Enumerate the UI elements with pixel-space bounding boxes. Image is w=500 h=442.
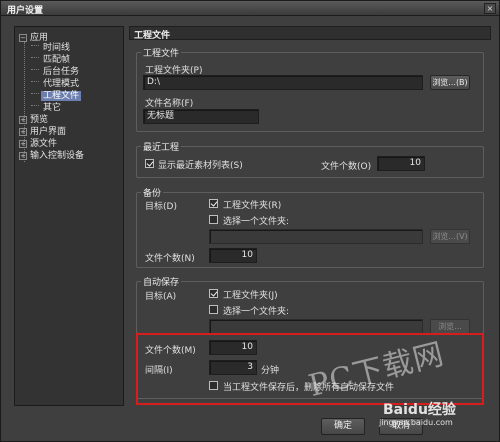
collapse-toggle-icon[interactable]: − xyxy=(19,34,27,42)
user-settings-dialog: 用户设置 × − 应用 时间线 匹配帧 后台任务 代理模式 工程文件 其它 + 预览… xyxy=(0,0,500,442)
file-name-field[interactable]: 无标题 xyxy=(143,109,259,124)
project-file-legend: 工程文件 xyxy=(141,46,182,59)
delete-autosave-checkbox[interactable] xyxy=(209,381,218,390)
tree-connector xyxy=(31,45,39,46)
autosave-count-label: 文件个数(M) xyxy=(145,346,196,356)
autosave-choose-folder-label: 选择一个文件夹: xyxy=(223,307,290,317)
show-recent-checkbox[interactable] xyxy=(145,159,154,168)
autosave-count-field[interactable]: 10 xyxy=(209,340,257,355)
title-bar: 用户设置 × xyxy=(1,1,499,16)
expand-toggle-icon[interactable]: + xyxy=(19,152,27,160)
tree-connector xyxy=(31,81,39,82)
window-title: 用户设置 xyxy=(7,6,44,16)
expand-toggle-icon[interactable]: + xyxy=(19,116,27,124)
backup-project-folder-checkbox[interactable] xyxy=(209,199,218,208)
autosave-project-folder-label: 工程文件夹(J) xyxy=(223,291,278,301)
autosave-project-folder-checkbox[interactable] xyxy=(209,289,218,298)
autosave-interval-label: 间隔(I) xyxy=(145,366,173,376)
autosave-interval-unit: 分钟 xyxy=(261,366,280,376)
watermark-logo: Baidu经验 xyxy=(383,402,456,418)
tree-connector xyxy=(31,69,39,70)
browse-folder-button[interactable]: 浏览...(B) xyxy=(430,75,470,90)
tree-connector xyxy=(31,105,39,106)
settings-tree: − 应用 时间线 匹配帧 后台任务 代理模式 工程文件 其它 + 预览 + 用户界面 … xyxy=(14,26,124,406)
autosave-legend: 自动保存 xyxy=(141,275,182,288)
backup-choose-folder-checkbox[interactable] xyxy=(209,215,218,224)
recent-count-field[interactable]: 10 xyxy=(377,156,425,171)
backup-target-label: 目标(D) xyxy=(145,202,177,212)
watermark-url: jingyan.baidu.com xyxy=(379,418,453,427)
expand-toggle-icon[interactable]: + xyxy=(19,140,27,148)
autosave-interval-field[interactable]: 3 xyxy=(209,360,257,375)
tree-item-label: 输入控制设备 xyxy=(30,151,85,161)
autosave-folder-field[interactable] xyxy=(209,319,423,334)
expand-toggle-icon[interactable]: + xyxy=(19,128,27,136)
ok-button[interactable]: 确定 xyxy=(321,418,365,435)
backup-count-label: 文件个数(N) xyxy=(145,254,195,264)
backup-project-folder-label: 工程文件夹(R) xyxy=(223,201,282,211)
backup-choose-folder-label: 选择一个文件夹: xyxy=(223,217,290,227)
recent-projects-legend: 最近工程 xyxy=(141,140,182,153)
panel-header: 工程文件 xyxy=(129,26,491,41)
close-button[interactable]: × xyxy=(484,3,496,14)
tree-item-input-devices[interactable]: + 输入控制设备 xyxy=(19,148,84,161)
backup-browse-button[interactable]: 浏览...(V) xyxy=(430,229,470,244)
autosave-choose-folder-checkbox[interactable] xyxy=(209,305,218,314)
recent-count-label: 文件个数(O) xyxy=(321,162,372,172)
tree-connector xyxy=(31,57,39,58)
folder-field[interactable]: D:\ xyxy=(143,75,423,90)
backup-folder-field[interactable] xyxy=(209,229,423,244)
tree-connector xyxy=(31,93,39,94)
backup-count-field[interactable]: 10 xyxy=(209,248,257,263)
panel-title: 工程文件 xyxy=(134,31,171,41)
autosave-target-label: 目标(A) xyxy=(145,292,177,302)
show-recent-label: 显示最近素材列表(S) xyxy=(158,161,243,171)
file-name-label: 文件名称(F) xyxy=(145,99,194,109)
backup-legend: 备份 xyxy=(141,186,164,199)
